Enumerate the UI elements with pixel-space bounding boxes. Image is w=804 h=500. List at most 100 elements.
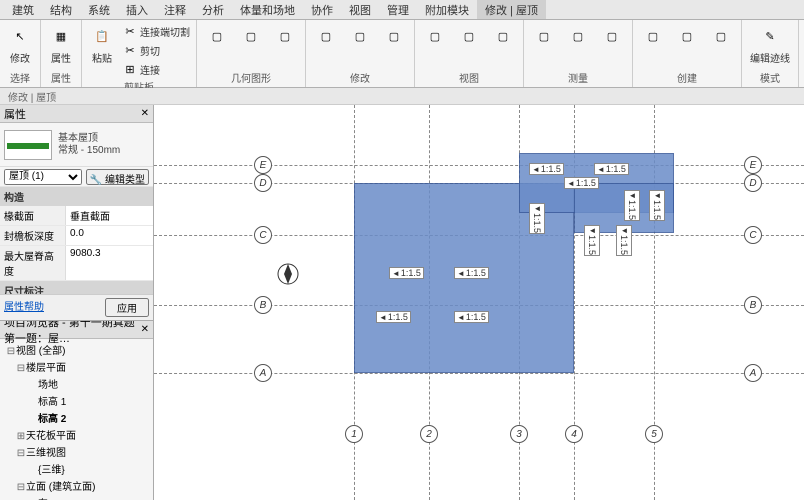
slope-label[interactable]: 1:1.5: [594, 163, 629, 175]
menu-item[interactable]: 分析: [194, 0, 232, 19]
ribbon-button[interactable]: ▢: [269, 22, 301, 50]
tree-toggle-icon[interactable]: ⊟: [6, 346, 16, 357]
ribbon: ↖修改选择▦属性属性📋粘贴✂连接端切割✂剪切⊞连接剪贴板▢▢▢几何图形▢▢▢修改…: [0, 20, 804, 88]
property-value[interactable]: 9080.3: [66, 246, 153, 280]
grid-bubble[interactable]: A: [254, 364, 272, 382]
slope-label[interactable]: 1:1.5: [624, 190, 640, 221]
ribbon-button[interactable]: ▢: [419, 22, 451, 50]
ribbon-button[interactable]: ✎编辑迹线: [746, 22, 794, 67]
ribbon-button[interactable]: ▢: [344, 22, 376, 50]
ribbon-button[interactable]: 📋粘贴: [86, 22, 118, 67]
menu-item[interactable]: 体量和场地: [232, 0, 303, 19]
ribbon-group-label: 测量: [528, 69, 628, 85]
grid-bubble[interactable]: 5: [645, 425, 663, 443]
menu-item[interactable]: 管理: [379, 0, 417, 19]
tree-node[interactable]: ⊟立面 (建筑立面): [2, 477, 151, 494]
close-icon[interactable]: ✕: [141, 108, 149, 119]
slope-label[interactable]: 1:1.5: [454, 267, 489, 279]
grid-bubble[interactable]: 4: [565, 425, 583, 443]
ribbon-button[interactable]: ▢: [562, 22, 594, 50]
slope-label[interactable]: 1:1.5: [584, 225, 600, 256]
slope-label[interactable]: 1:1.5: [529, 163, 564, 175]
ribbon-group-label: 视图: [419, 69, 519, 85]
status-bar: 修改 | 屋顶: [0, 88, 804, 105]
ribbon-button[interactable]: ▦属性: [45, 22, 77, 67]
tree-node[interactable]: 场地: [2, 375, 151, 392]
close-icon[interactable]: ✕: [141, 324, 149, 335]
ribbon-button[interactable]: ▢: [528, 22, 560, 50]
drawing-canvas[interactable]: EEDDCCBBAA123451:1.51:1.51:1.51:1.51:1.5…: [154, 105, 804, 500]
tree-toggle-icon[interactable]: ⊟: [16, 448, 26, 459]
grid-line[interactable]: [154, 373, 804, 374]
properties-help-link[interactable]: 属性帮助: [4, 298, 44, 317]
ribbon-button[interactable]: ▢: [705, 22, 737, 50]
menu-item[interactable]: 注释: [156, 0, 194, 19]
type-preview[interactable]: 基本屋顶 常规 - 150mm: [0, 123, 153, 167]
slope-label[interactable]: 1:1.5: [529, 203, 545, 234]
menu-item[interactable]: 系统: [80, 0, 118, 19]
tree-node[interactable]: {三维}: [2, 460, 151, 477]
apply-button[interactable]: 应用: [105, 298, 149, 317]
tree-node[interactable]: ⊟三维视图: [2, 443, 151, 460]
grid-bubble[interactable]: C: [254, 226, 272, 244]
menu-item[interactable]: 插入: [118, 0, 156, 19]
slope-label[interactable]: 1:1.5: [376, 311, 411, 323]
ribbon-button[interactable]: ▢: [637, 22, 669, 50]
property-group: 尺寸标注: [0, 281, 153, 294]
grid-bubble[interactable]: B: [254, 296, 272, 314]
tree-node[interactable]: ⊟楼层平面: [2, 358, 151, 375]
tree-node[interactable]: 标高 2: [2, 409, 151, 426]
ribbon-button[interactable]: ▢: [671, 22, 703, 50]
ribbon-button[interactable]: ↖修改: [4, 22, 36, 67]
property-value[interactable]: 垂直截面: [66, 206, 153, 225]
grid-bubble[interactable]: 3: [510, 425, 528, 443]
property-row[interactable]: 椽截面垂直截面: [0, 206, 153, 226]
menu-item[interactable]: 视图: [341, 0, 379, 19]
grid-bubble[interactable]: A: [744, 364, 762, 382]
tree-node[interactable]: ⊞天花板平面: [2, 426, 151, 443]
grid-bubble[interactable]: E: [254, 156, 272, 174]
grid-bubble[interactable]: C: [744, 226, 762, 244]
grid-bubble[interactable]: D: [744, 174, 762, 192]
tree-toggle-icon[interactable]: ⊟: [16, 482, 26, 493]
menu-item[interactable]: 修改 | 屋顶: [477, 0, 546, 19]
ribbon-button[interactable]: ▢: [487, 22, 519, 50]
menu-item[interactable]: 附加模块: [417, 0, 477, 19]
property-row[interactable]: 最大屋脊高度9080.3: [0, 246, 153, 281]
grid-bubble[interactable]: D: [254, 174, 272, 192]
ribbon-button[interactable]: ▢: [378, 22, 410, 50]
ribbon-button[interactable]: ▢: [596, 22, 628, 50]
property-value[interactable]: 0.0: [66, 226, 153, 245]
paste-icon: 📋: [90, 24, 114, 48]
property-row[interactable]: 封檐板深度0.0: [0, 226, 153, 246]
slope-label[interactable]: 1:1.5: [564, 177, 599, 189]
menu-item[interactable]: 结构: [42, 0, 80, 19]
ribbon-group-label: 选择: [4, 69, 36, 85]
ribbon-button[interactable]: ✂剪切: [120, 41, 192, 59]
ribbon-group-label: 属性: [45, 69, 77, 85]
menu-item[interactable]: 建筑: [4, 0, 42, 19]
slope-label[interactable]: 1:1.5: [389, 267, 424, 279]
tree-toggle-icon[interactable]: ⊞: [16, 431, 26, 442]
menu-item[interactable]: 协作: [303, 0, 341, 19]
tree-node[interactable]: 东: [2, 494, 151, 500]
ribbon-button[interactable]: ▢: [310, 22, 342, 50]
grid-line[interactable]: [154, 165, 804, 166]
tree-toggle-icon[interactable]: ⊟: [16, 363, 26, 374]
tree-node[interactable]: 标高 1: [2, 392, 151, 409]
ribbon-button[interactable]: ▢: [453, 22, 485, 50]
grid-bubble[interactable]: E: [744, 156, 762, 174]
property-key: 最大屋脊高度: [0, 246, 66, 280]
grid-bubble[interactable]: B: [744, 296, 762, 314]
slope-label[interactable]: 1:1.5: [454, 311, 489, 323]
grid-bubble[interactable]: 1: [345, 425, 363, 443]
ribbon-button[interactable]: ✂连接端切割: [120, 22, 192, 40]
grid-bubble[interactable]: 2: [420, 425, 438, 443]
ribbon-button[interactable]: ⊞连接: [120, 60, 192, 78]
edit-type-button[interactable]: 🔧 编辑类型: [86, 169, 149, 185]
slope-label[interactable]: 1:1.5: [616, 225, 632, 256]
ribbon-button[interactable]: ▢: [235, 22, 267, 50]
ribbon-button[interactable]: ▢: [201, 22, 233, 50]
instance-selector[interactable]: 屋顶 (1): [4, 169, 82, 185]
slope-label[interactable]: 1:1.5: [649, 190, 665, 221]
